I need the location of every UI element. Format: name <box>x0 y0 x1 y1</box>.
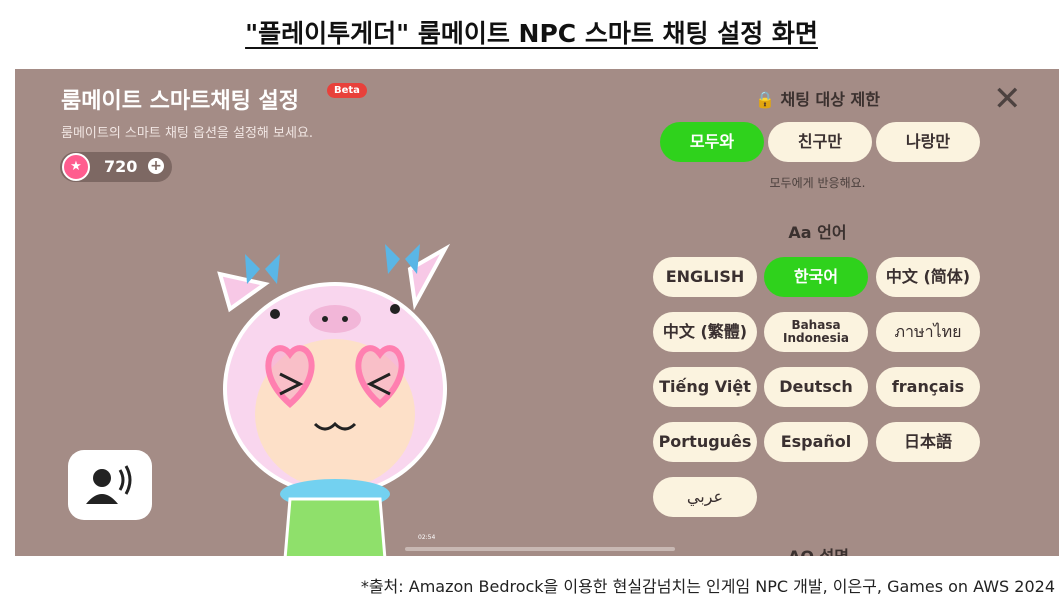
roommate-character-illustration <box>217 243 451 556</box>
language-option-portuguese[interactable]: Português <box>653 422 757 462</box>
language-option-german[interactable]: Deutsch <box>764 367 868 407</box>
language-option-thai[interactable]: ภาษาไทย <box>876 312 980 352</box>
language-heading: Aa 언어 <box>788 223 847 242</box>
language-option-vietnamese[interactable]: Tiếng Việt <box>653 367 757 407</box>
chat-target-heading: 🔒 채팅 대상 제한 <box>755 90 880 109</box>
beta-badge: Beta <box>327 83 367 98</box>
language-option-japanese[interactable]: 日本語 <box>876 422 980 462</box>
currency-value: 720 <box>104 157 138 176</box>
language-option-chinese-simplified[interactable]: 中文 (简体) <box>876 257 980 297</box>
source-caption: *출처: Amazon Bedrock을 이용한 현실감넘치는 인게임 NPC … <box>360 577 1055 596</box>
target-option-me[interactable]: 나랑만 <box>876 122 980 162</box>
language-option-chinese-traditional[interactable]: 中文 (繁體) <box>653 312 757 352</box>
language-option-arabic[interactable]: عربي <box>653 477 757 517</box>
next-section-heading: AO 설명 <box>788 543 849 556</box>
currency-display[interactable]: ★ 720 + <box>60 152 172 182</box>
target-option-everyone[interactable]: 모두와 <box>660 122 764 162</box>
game-screen: 룸메이트 스마트채팅 설정 Beta 룸메이트의 스마트 채팅 옵션을 설정해 … <box>15 69 1059 556</box>
language-option-spanish[interactable]: Español <box>764 422 868 462</box>
language-option-french[interactable]: français <box>876 367 980 407</box>
panel-title: 룸메이트 스마트채팅 설정 <box>61 89 299 114</box>
close-icon[interactable]: ✕ <box>993 79 1022 119</box>
language-option-indonesian[interactable]: Bahasa Indonesia <box>764 312 868 352</box>
video-progress-bar[interactable] <box>405 547 675 551</box>
chat-target-note: 모두에게 반응해요. <box>769 176 866 190</box>
language-option-english[interactable]: ENGLISH <box>653 257 757 297</box>
target-option-friends[interactable]: 친구만 <box>768 122 872 162</box>
video-time: 02:54 <box>418 534 436 541</box>
star-coin-icon: ★ <box>62 153 90 181</box>
document-title: "플레이투게더" 룸메이트 NPC 스마트 채팅 설정 화면 <box>245 19 818 48</box>
language-option-korean[interactable]: 한국어 <box>764 257 868 297</box>
panel-subtitle: 룸메이트의 스마트 채팅 옵션을 설정해 보세요. <box>61 126 314 141</box>
add-currency-button[interactable]: + <box>148 158 164 174</box>
